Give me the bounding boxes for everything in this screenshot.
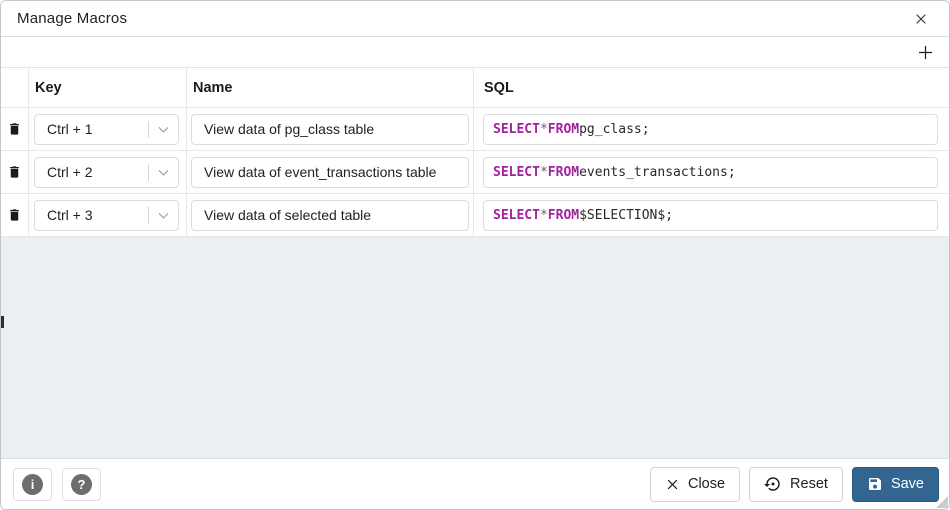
key-select-value: Ctrl + 3: [35, 207, 148, 223]
sql-keyword: SELECT: [493, 165, 540, 180]
dialog-close-button[interactable]: [911, 9, 931, 29]
key-select[interactable]: Ctrl + 2: [34, 157, 179, 188]
left-edge-grip: [1, 316, 4, 328]
macro-name-input[interactable]: [191, 157, 469, 188]
sql-keyword: FROM: [548, 165, 579, 180]
sql-editor[interactable]: SELECT * FROM pg_class;: [483, 114, 938, 145]
table-row-1-sql: SELECT * FROM pg_class;: [474, 108, 949, 151]
trash-icon: [7, 207, 22, 223]
save-button[interactable]: Save: [852, 467, 939, 502]
save-button-label: Save: [891, 476, 924, 492]
dialog-titlebar: Manage Macros: [1, 1, 949, 37]
save-icon: [867, 476, 883, 492]
close-x-icon: [665, 477, 680, 492]
sql-operator: *: [540, 122, 548, 137]
sql-operator: *: [540, 165, 548, 180]
sql-text: $SELECTION$;: [579, 208, 673, 223]
table-row-2-name: [187, 151, 474, 194]
sql-keyword: FROM: [548, 122, 579, 137]
info-icon: i: [22, 474, 43, 495]
table-row-1-actions: [1, 108, 29, 151]
resize-grip[interactable]: [936, 496, 948, 508]
close-icon: [913, 11, 929, 27]
delete-macro-button[interactable]: [7, 121, 22, 137]
table-row-2-actions: [1, 151, 29, 194]
close-button-label: Close: [688, 476, 725, 492]
macros-toolbar: [1, 37, 949, 68]
sql-text: pg_class;: [579, 122, 649, 137]
dialog-body-filler: [1, 237, 949, 458]
sql-editor[interactable]: SELECT * FROM $SELECTION$;: [483, 200, 938, 231]
macros-table: Key Name SQL Ctrl + 1 SELECT * FROM pg_c…: [1, 68, 949, 237]
macro-name-input[interactable]: [191, 200, 469, 231]
sql-keyword: SELECT: [493, 122, 540, 137]
sql-keyword: SELECT: [493, 208, 540, 223]
close-button[interactable]: Close: [650, 467, 740, 502]
trash-icon: [7, 121, 22, 137]
header-name-column: Name: [187, 68, 474, 108]
chevron-down-icon: [149, 164, 178, 181]
header-name-label: Name: [193, 80, 233, 96]
table-row-3-actions: [1, 194, 29, 237]
key-select-value: Ctrl + 1: [35, 121, 148, 137]
manage-macros-dialog: Manage Macros Key Name SQL Ctrl + 1: [0, 0, 950, 510]
dialog-title: Manage Macros: [17, 10, 127, 27]
dialog-footer: i ? Close Reset Save: [1, 458, 949, 509]
add-macro-button[interactable]: [914, 41, 937, 64]
table-row-3-key: Ctrl + 3: [29, 194, 187, 237]
help-icon: ?: [71, 474, 92, 495]
reset-button-label: Reset: [790, 476, 828, 492]
table-row-3-name: [187, 194, 474, 237]
key-select-value: Ctrl + 2: [35, 164, 148, 180]
delete-macro-button[interactable]: [7, 164, 22, 180]
table-row-2-sql: SELECT * FROM events_transactions;: [474, 151, 949, 194]
chevron-down-icon: [149, 207, 178, 224]
trash-icon: [7, 164, 22, 180]
header-key-label: Key: [35, 80, 62, 96]
table-row-1-name: [187, 108, 474, 151]
sql-text: events_transactions;: [579, 165, 736, 180]
header-sql-label: SQL: [484, 80, 514, 96]
reset-button[interactable]: Reset: [749, 467, 843, 502]
reset-icon: [764, 475, 782, 493]
add-icon: [916, 43, 935, 62]
sql-help-button[interactable]: i: [13, 468, 52, 501]
delete-macro-button[interactable]: [7, 207, 22, 223]
chevron-down-icon: [149, 121, 178, 138]
key-select[interactable]: Ctrl + 1: [34, 114, 179, 145]
table-row-3-sql: SELECT * FROM $SELECTION$;: [474, 194, 949, 237]
dialog-help-button[interactable]: ?: [62, 468, 101, 501]
header-key-column: Key: [29, 68, 187, 108]
sql-editor[interactable]: SELECT * FROM events_transactions;: [483, 157, 938, 188]
sql-operator: *: [540, 208, 548, 223]
table-row-1-key: Ctrl + 1: [29, 108, 187, 151]
key-select[interactable]: Ctrl + 3: [34, 200, 179, 231]
header-sql-column: SQL: [474, 68, 949, 108]
macro-name-input[interactable]: [191, 114, 469, 145]
sql-keyword: FROM: [548, 208, 579, 223]
header-actions-column: [1, 68, 29, 108]
table-row-2-key: Ctrl + 2: [29, 151, 187, 194]
